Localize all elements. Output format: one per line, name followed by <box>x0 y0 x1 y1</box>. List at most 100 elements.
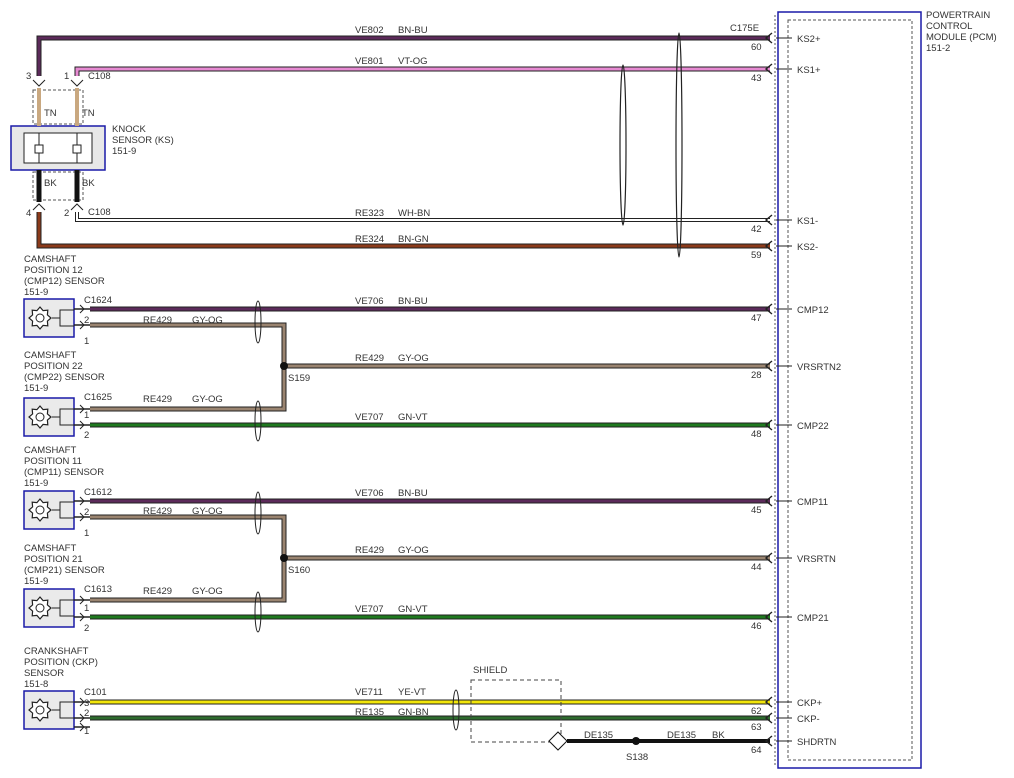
connector-arrow-icon <box>70 203 84 211</box>
pcm-pin-number: 59 <box>751 250 762 261</box>
sensor-title: 151-9 <box>24 576 48 587</box>
knock-connector-top: C108 <box>88 71 111 82</box>
shield-box <box>470 679 562 743</box>
bk-label: BK <box>82 178 95 189</box>
splice-dot <box>280 362 288 370</box>
pcm-pin-number: 64 <box>751 745 762 756</box>
knock-connector-bottom: C108 <box>88 207 111 218</box>
knock-pin-label: 3 <box>26 71 31 82</box>
branch-wire-id: RE429 <box>143 506 172 517</box>
wire-color: GN-VT <box>398 412 428 423</box>
wire-color: BN-BU <box>398 25 428 36</box>
pcm-pin-number: 28 <box>751 370 762 381</box>
pcm-signal-label: VRSRTN <box>797 554 836 565</box>
gear-hub-icon <box>35 603 45 613</box>
sensor-title: 151-9 <box>24 478 48 489</box>
wire-color: BN-BU <box>398 488 428 499</box>
wire-color: VT-OG <box>398 56 428 67</box>
pcm-signal-label: CMP11 <box>797 497 828 508</box>
sensor-title: POSITION 12 <box>24 265 83 276</box>
sensor-title: 151-8 <box>24 679 48 690</box>
sensor-title: 151-9 <box>24 383 48 394</box>
pcm-signal-label: CKP- <box>797 714 820 725</box>
wire-id: VE706 <box>355 488 384 499</box>
knock-sensor: KNOCK SENSOR (KS) 151-9 TN TN BK BK 3 1 … <box>10 71 174 219</box>
sensor-ckp: CRANKSHAFT POSITION (CKP) SENSOR 151-8 C… <box>23 646 107 737</box>
wiring-diagram: POWERTRAIN CONTROL MODULE (PCM) 151-2 C1… <box>0 0 1014 778</box>
sensor-title: CAMSHAFT <box>24 543 76 554</box>
connector-arrow-icon <box>32 79 46 87</box>
sensor-title: (CMP11) SENSOR <box>24 467 104 478</box>
wire-id: VE706 <box>355 296 384 307</box>
wire-color: BK <box>712 730 725 741</box>
sensor-title: 151-9 <box>24 287 48 298</box>
pcm-pin-number: 45 <box>751 505 762 516</box>
connector-label: C1625 <box>84 392 112 403</box>
knock-pin-label: 1 <box>64 71 69 82</box>
twist-marker <box>452 689 460 731</box>
splice-label: S159 <box>288 373 310 384</box>
wire-id: DE135 <box>584 730 613 741</box>
wire-color: GY-OG <box>398 545 429 556</box>
pcm-pin-number: 42 <box>751 224 762 235</box>
sensor-title: CAMSHAFT <box>24 254 76 265</box>
wire-id: VE801 <box>355 56 384 67</box>
knock-pin-label: 2 <box>64 208 69 219</box>
pcm-signal-label: SHDRTN <box>797 737 837 748</box>
pcm-pin-number: 47 <box>751 313 762 324</box>
splice-dot <box>632 737 640 745</box>
sensor-cmp21: CAMSHAFT POSITION 21 (CMP21) SENSOR 151-… <box>23 543 112 634</box>
gear-hub-icon <box>35 313 45 323</box>
connector-label: C1624 <box>84 295 112 306</box>
connector-label: C101 <box>84 687 107 698</box>
wire-color: GN-VT <box>398 604 428 615</box>
pin-label: 1 <box>84 336 89 347</box>
diagram-svg: POWERTRAIN CONTROL MODULE (PCM) 151-2 C1… <box>10 10 997 769</box>
pcm-pin-number: 44 <box>751 562 762 573</box>
wire-color: WH-BN <box>398 208 430 219</box>
bk-label: BK <box>44 178 57 189</box>
pcm-pin-number: 63 <box>751 722 762 733</box>
splice-label: S138 <box>626 752 648 763</box>
pcm-title-3: MODULE (PCM) <box>926 32 997 43</box>
pcm-signal-label: KS2- <box>797 242 818 253</box>
pcm-connector-label: C175E <box>730 23 759 34</box>
connector-arrow-icon <box>32 203 46 211</box>
wire-id: VE707 <box>355 604 384 615</box>
knock-sensor-body <box>23 132 93 164</box>
pcm-inner-box <box>787 19 913 761</box>
branch-wire-id: RE429 <box>143 586 172 597</box>
pcm-module: POWERTRAIN CONTROL MODULE (PCM) 151-2 C1… <box>730 10 997 769</box>
wire-id: RE323 <box>355 208 384 219</box>
pcm-signal-label: VRSRTN2 <box>797 362 841 373</box>
twist-marker <box>254 491 262 535</box>
pcm-outer-box <box>777 11 922 769</box>
pcm-title-2: CONTROL <box>926 21 972 32</box>
pcm-pin-number: 60 <box>751 42 762 53</box>
knock-element-icon <box>34 144 44 154</box>
sensor-title: SENSOR <box>24 668 64 679</box>
splice-label: S160 <box>288 565 310 576</box>
sensor-title: CRANKSHAFT <box>24 646 89 657</box>
wire-id: VE711 <box>355 687 383 698</box>
pcm-pin-number: 62 <box>751 706 762 717</box>
branch-wire-color: GY-OG <box>192 586 223 597</box>
pcm-pin-number: 43 <box>751 73 762 84</box>
wire-id: RE429 <box>355 545 384 556</box>
pcm-pin-group: 60 KS2+ 43 KS1+ 42 KS1- 59 KS2- 47 CMP12 28 VRSRTN2… <box>751 32 841 756</box>
pcm-signal-label: CKP+ <box>797 698 823 709</box>
wire-id: VE802 <box>355 25 384 36</box>
sensor-title: POSITION (CKP) <box>24 657 98 668</box>
wire-id: RE135 <box>355 707 384 718</box>
splice-dot <box>280 554 288 562</box>
tn-label: TN <box>82 108 95 119</box>
sensor-cmp11: CAMSHAFT POSITION 11 (CMP11) SENSOR 151-… <box>23 445 112 539</box>
connector-label: C1612 <box>84 487 112 498</box>
knock-element-icon <box>72 144 82 154</box>
knock-title-1: KNOCK <box>112 124 146 135</box>
pcm-pin-number: 48 <box>751 429 762 440</box>
wire-ve801 <box>75 67 770 76</box>
sensor-title: POSITION 21 <box>24 554 83 565</box>
pcm-signal-label: KS1+ <box>797 65 821 76</box>
branch-wire-id: RE429 <box>143 315 172 326</box>
